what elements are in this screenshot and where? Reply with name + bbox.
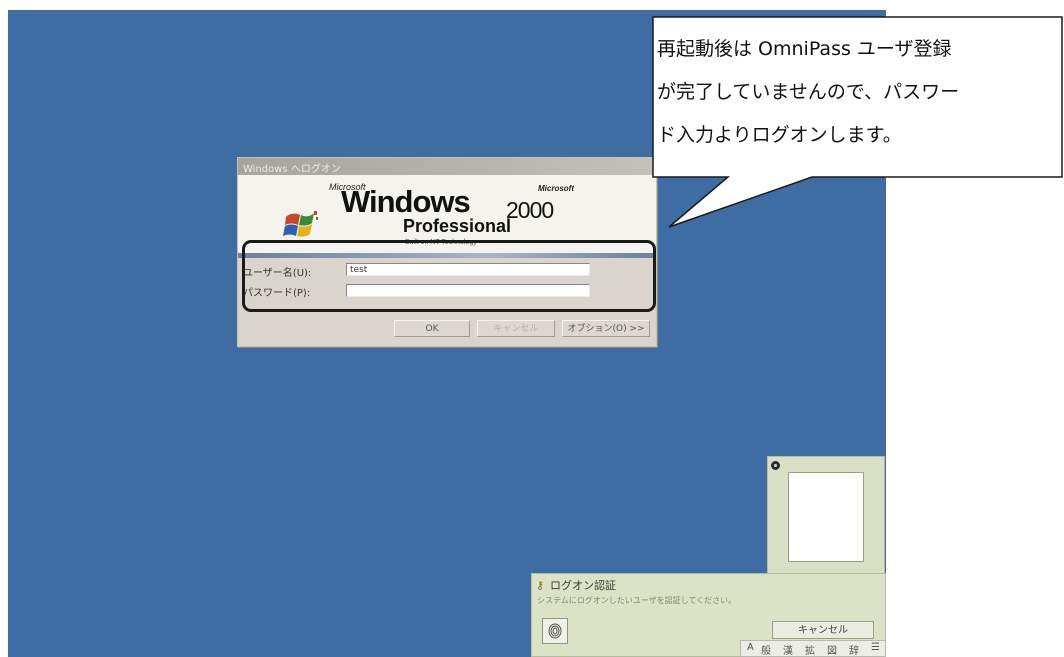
fingerprint-button[interactable] <box>542 618 568 644</box>
microsoft-logo: Microsoft <box>538 184 574 193</box>
ok-button[interactable]: OK <box>394 320 470 337</box>
dialog-titlebar[interactable]: Windows へログオン <box>238 158 656 175</box>
callout-text: 再起動後は OmniPass ユーザ登録 が完了していませんので、パスワー ド入… <box>657 28 1057 157</box>
dialog-title: Windows へログオン <box>243 164 341 175</box>
ime-item-zu[interactable]: 図 <box>827 642 837 657</box>
auth-cancel-button[interactable]: キャンセル <box>772 621 874 639</box>
fingerprint-capture-panel <box>767 456 885 574</box>
options-button[interactable]: オプション(O) >> <box>562 320 650 337</box>
ime-item-han[interactable]: 般 <box>761 642 771 657</box>
ime-language-bar[interactable]: A 般 漢 拡 図 辞 ☰ <box>740 640 886 657</box>
cancel-button[interactable]: キャンセル <box>477 320 555 337</box>
fingerprint-icon <box>548 623 562 639</box>
callout-line-2: が完了していませんので、パスワー <box>657 81 960 103</box>
windows-logo-icon <box>282 211 318 237</box>
ime-item-ji[interactable]: 辞 <box>849 642 859 657</box>
fingerprint-image-area <box>788 472 864 562</box>
version-text: 2000 <box>506 197 554 223</box>
callout-line-1: 再起動後は OmniPass ユーザ登録 <box>657 38 952 60</box>
edition-text: Professional <box>403 216 512 236</box>
key-icon: ⚷ <box>536 579 545 592</box>
highlight-frame <box>242 240 656 312</box>
auth-title: ログオン認証 <box>550 579 616 592</box>
ime-item-kan[interactable]: 漢 <box>783 642 793 657</box>
ime-menu-icon[interactable]: ☰ <box>871 642 880 653</box>
ime-item-a[interactable]: A <box>747 642 754 653</box>
windows-wordmark: Windows <box>341 184 471 219</box>
auth-message: システムにログオンしたいユーザを認証してください。 <box>537 596 737 605</box>
camera-icon <box>771 461 780 470</box>
callout-line-3: ド入力よりログオンします。 <box>657 124 902 146</box>
ime-item-kaku[interactable]: 拡 <box>805 642 815 657</box>
